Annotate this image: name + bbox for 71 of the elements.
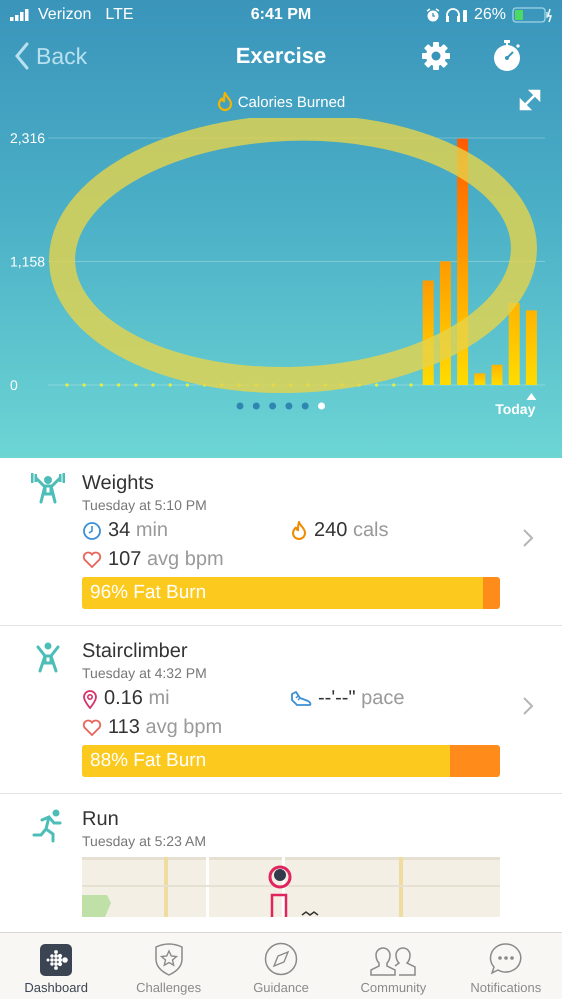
network-type: LTE [105, 6, 134, 24]
heart-icon [82, 550, 102, 568]
zero-day-dot [134, 383, 138, 387]
heart-zone-label: 88% Fat Burn [89, 750, 206, 772]
y-axis-label: 0 [10, 377, 18, 393]
zero-day-dot [186, 383, 189, 387]
chevron-right-icon[interactable] [522, 696, 534, 716]
today-label: Today [495, 401, 536, 417]
stat-value: 0.16 mi [104, 687, 170, 710]
zero-day-dot [168, 383, 172, 387]
y-axis-label: 1,158 [10, 254, 46, 270]
stat-value: 107 avg bpm [108, 548, 224, 571]
battery-icon [512, 7, 552, 23]
stopwatch-icon[interactable] [492, 40, 522, 72]
zero-day-dot [392, 383, 396, 387]
zero-day-dot [65, 383, 69, 387]
zero-day-dot [117, 383, 120, 387]
stat-value: --'--" pace [318, 687, 404, 710]
today-marker-icon [526, 393, 536, 400]
activity-time: Tuesday at 5:23 AM [82, 833, 207, 849]
tab-bar-item[interactable]: Notifications [450, 933, 562, 999]
chevron-right-icon[interactable] [522, 528, 534, 548]
zero-day-dot [100, 383, 103, 387]
compass-icon [264, 942, 298, 976]
stat-value: 240 cals [314, 519, 389, 542]
zero-day-dot [409, 383, 413, 387]
zero-day-dot [82, 383, 86, 387]
clock-time: 6:41 PM [250, 6, 312, 24]
alarm-icon [426, 8, 440, 22]
shoe-icon [290, 690, 312, 706]
headphones-icon [446, 8, 468, 22]
tab-bar-item[interactable]: Community [337, 933, 450, 999]
screen-title: Exercise [236, 43, 326, 69]
flame-icon [216, 92, 233, 112]
page-dot[interactable] [318, 402, 325, 410]
zero-day-dot [203, 383, 206, 387]
chat-bubble-icon [488, 942, 523, 976]
page-dot[interactable] [269, 402, 276, 410]
zero-day-dot [375, 383, 378, 387]
clock-icon [82, 520, 102, 540]
tab-bar-item[interactable]: Dashboard [0, 933, 112, 999]
page-dot[interactable] [302, 402, 309, 410]
carrier-name: Verizon [38, 6, 92, 24]
settings-icon[interactable] [421, 41, 451, 71]
activity-time: Tuesday at 4:32 PM [82, 665, 208, 681]
location-pin-icon [82, 688, 98, 708]
activity-time: Tuesday at 5:10 PM [82, 497, 208, 513]
page-dot[interactable] [252, 402, 260, 410]
zero-day-dot [358, 383, 361, 387]
heart-icon [82, 718, 102, 736]
activity-name: Weights [82, 472, 155, 495]
tab-bar-item[interactable]: Guidance [224, 933, 338, 999]
chart-bar [474, 373, 486, 385]
battery-percent: 26% [474, 6, 506, 24]
page-dot[interactable] [236, 402, 244, 410]
activity-name: Run [82, 808, 120, 831]
back-button[interactable]: Back [14, 42, 88, 70]
dots-grid-icon [40, 944, 72, 976]
activity-name: Stairclimber [82, 640, 189, 663]
expand-icon[interactable] [518, 88, 542, 112]
chart-bar [492, 364, 502, 385]
chart-title: Calories Burned [238, 94, 346, 110]
stat-value: 34 min [108, 519, 168, 542]
y-axis-label: 2,316 [10, 130, 46, 146]
page-dot[interactable] [285, 402, 292, 410]
zero-day-dot [151, 383, 155, 387]
heart-zone-label: 96% Fat Burn [89, 582, 206, 604]
tab-bar-item[interactable]: Challenges [112, 933, 225, 999]
stat-value: 113 avg bpm [108, 716, 222, 739]
chevron-left-icon [14, 42, 30, 70]
flame-icon [290, 520, 308, 540]
